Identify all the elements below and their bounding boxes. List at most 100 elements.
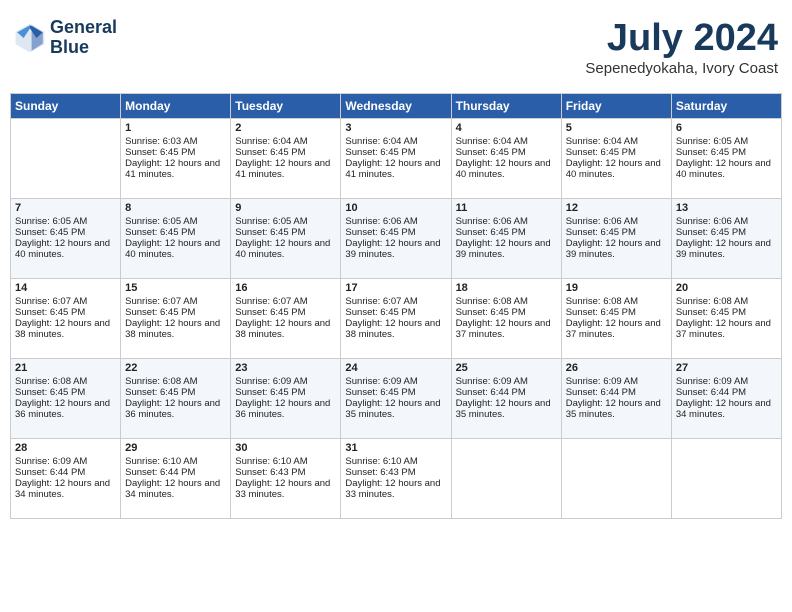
calendar-cell: 8 Sunrise: 6:05 AMSunset: 6:45 PMDaylight… [121, 198, 231, 278]
sunset-text: Sunset: 6:45 PM [125, 147, 226, 158]
sunrise-text: Sunrise: 6:10 AM [235, 456, 336, 467]
weekday-header-tuesday: Tuesday [231, 93, 341, 118]
daylight-text: Daylight: 12 hours and 34 minutes. [15, 478, 116, 500]
sunrise-text: Sunrise: 6:09 AM [456, 376, 557, 387]
sunrise-text: Sunrise: 6:06 AM [676, 216, 777, 227]
sunrise-text: Sunrise: 6:06 AM [456, 216, 557, 227]
daylight-text: Daylight: 12 hours and 36 minutes. [235, 398, 336, 420]
daylight-text: Daylight: 12 hours and 39 minutes. [456, 238, 557, 260]
sunset-text: Sunset: 6:45 PM [235, 387, 336, 398]
sunset-text: Sunset: 6:44 PM [125, 467, 226, 478]
day-number: 11 [456, 202, 557, 214]
daylight-text: Daylight: 12 hours and 38 minutes. [235, 318, 336, 340]
sunset-text: Sunset: 6:45 PM [235, 227, 336, 238]
day-number: 23 [235, 362, 336, 374]
calendar-cell [671, 438, 781, 518]
calendar-table: SundayMondayTuesdayWednesdayThursdayFrid… [10, 93, 782, 519]
week-row-3: 14Sunrise: 6:07 AMSunset: 6:45 PMDayligh… [11, 278, 782, 358]
calendar-cell: 10Sunrise: 6:06 AMSunset: 6:45 PMDayligh… [341, 198, 451, 278]
sunset-text: Sunset: 6:44 PM [566, 387, 667, 398]
sunrise-text: Sunrise: 6:06 AM [566, 216, 667, 227]
daylight-text: Daylight: 12 hours and 34 minutes. [125, 478, 226, 500]
calendar-cell: 26Sunrise: 6:09 AMSunset: 6:44 PMDayligh… [561, 358, 671, 438]
daylight-text: Daylight: 12 hours and 36 minutes. [15, 398, 116, 420]
daylight-text: Daylight: 12 hours and 35 minutes. [345, 398, 446, 420]
day-number: 16 [235, 282, 336, 294]
page-header: General Blue July 2024 Sepenedyokaha, Iv… [10, 10, 782, 85]
weekday-header-row: SundayMondayTuesdayWednesdayThursdayFrid… [11, 93, 782, 118]
day-number: 24 [345, 362, 446, 374]
calendar-cell: 20Sunrise: 6:08 AMSunset: 6:45 PMDayligh… [671, 278, 781, 358]
calendar-cell: 29Sunrise: 6:10 AMSunset: 6:44 PMDayligh… [121, 438, 231, 518]
sunset-text: Sunset: 6:45 PM [676, 227, 777, 238]
calendar-cell: 1Sunrise: 6:03 AMSunset: 6:45 PMDaylight… [121, 118, 231, 198]
sunrise-text: Sunrise: 6:07 AM [15, 296, 116, 307]
sunrise-text: Sunrise: 6:04 AM [345, 136, 446, 147]
location: Sepenedyokaha, Ivory Coast [585, 60, 778, 77]
sunset-text: Sunset: 6:45 PM [15, 307, 116, 318]
day-number: 26 [566, 362, 667, 374]
sunset-text: Sunset: 6:44 PM [456, 387, 557, 398]
sunrise-text: Sunrise: 6:05 AM [676, 136, 777, 147]
daylight-text: Daylight: 12 hours and 34 minutes. [676, 398, 777, 420]
daylight-text: Daylight: 12 hours and 35 minutes. [566, 398, 667, 420]
sunset-text: Sunset: 6:45 PM [345, 147, 446, 158]
calendar-cell: 30Sunrise: 6:10 AMSunset: 6:43 PMDayligh… [231, 438, 341, 518]
logo-icon [14, 22, 46, 54]
sunrise-text: Sunrise: 6:08 AM [566, 296, 667, 307]
weekday-header-friday: Friday [561, 93, 671, 118]
weekday-header-thursday: Thursday [451, 93, 561, 118]
daylight-text: Daylight: 12 hours and 39 minutes. [345, 238, 446, 260]
sunset-text: Sunset: 6:45 PM [235, 147, 336, 158]
daylight-text: Daylight: 12 hours and 38 minutes. [15, 318, 116, 340]
sunset-text: Sunset: 6:45 PM [125, 227, 226, 238]
daylight-text: Daylight: 12 hours and 40 minutes. [15, 238, 116, 260]
sunset-text: Sunset: 6:45 PM [15, 387, 116, 398]
sunset-text: Sunset: 6:45 PM [456, 307, 557, 318]
daylight-text: Daylight: 12 hours and 37 minutes. [676, 318, 777, 340]
daylight-text: Daylight: 12 hours and 38 minutes. [125, 318, 226, 340]
day-number: 18 [456, 282, 557, 294]
logo-line2: Blue [50, 37, 89, 57]
sunrise-text: Sunrise: 6:05 AM [125, 216, 226, 227]
month-year: July 2024 [585, 18, 778, 60]
daylight-text: Daylight: 12 hours and 41 minutes. [345, 158, 446, 180]
daylight-text: Daylight: 12 hours and 40 minutes. [566, 158, 667, 180]
daylight-text: Daylight: 12 hours and 37 minutes. [456, 318, 557, 340]
week-row-4: 21Sunrise: 6:08 AMSunset: 6:45 PMDayligh… [11, 358, 782, 438]
calendar-cell: 18Sunrise: 6:08 AMSunset: 6:45 PMDayligh… [451, 278, 561, 358]
day-number: 8 [125, 202, 226, 214]
day-number: 5 [566, 122, 667, 134]
day-number: 7 [15, 202, 116, 214]
calendar-cell: 16Sunrise: 6:07 AMSunset: 6:45 PMDayligh… [231, 278, 341, 358]
week-row-2: 7Sunrise: 6:05 AMSunset: 6:45 PMDaylight… [11, 198, 782, 278]
sunrise-text: Sunrise: 6:08 AM [125, 376, 226, 387]
sunset-text: Sunset: 6:44 PM [15, 467, 116, 478]
day-number: 10 [345, 202, 446, 214]
weekday-header-saturday: Saturday [671, 93, 781, 118]
calendar-cell: 14Sunrise: 6:07 AMSunset: 6:45 PMDayligh… [11, 278, 121, 358]
sunrise-text: Sunrise: 6:05 AM [15, 216, 116, 227]
calendar-cell: 7 Sunrise: 6:05 AMSunset: 6:45 PMDaylight… [11, 198, 121, 278]
sunrise-text: Sunrise: 6:04 AM [456, 136, 557, 147]
day-number: 13 [676, 202, 777, 214]
daylight-text: Daylight: 12 hours and 33 minutes. [345, 478, 446, 500]
day-number: 12 [566, 202, 667, 214]
daylight-text: Daylight: 12 hours and 40 minutes. [235, 238, 336, 260]
sunset-text: Sunset: 6:45 PM [345, 307, 446, 318]
sunrise-text: Sunrise: 6:10 AM [345, 456, 446, 467]
sunset-text: Sunset: 6:45 PM [15, 227, 116, 238]
daylight-text: Daylight: 12 hours and 39 minutes. [566, 238, 667, 260]
daylight-text: Daylight: 12 hours and 39 minutes. [676, 238, 777, 260]
calendar-cell: 17Sunrise: 6:07 AMSunset: 6:45 PMDayligh… [341, 278, 451, 358]
calendar-cell: 9Sunrise: 6:05 AMSunset: 6:45 PMDaylight… [231, 198, 341, 278]
daylight-text: Daylight: 12 hours and 40 minutes. [456, 158, 557, 180]
day-number: 15 [125, 282, 226, 294]
day-number: 19 [566, 282, 667, 294]
sunrise-text: Sunrise: 6:07 AM [125, 296, 226, 307]
daylight-text: Daylight: 12 hours and 40 minutes. [125, 238, 226, 260]
sunrise-text: Sunrise: 6:07 AM [345, 296, 446, 307]
sunrise-text: Sunrise: 6:09 AM [676, 376, 777, 387]
sunrise-text: Sunrise: 6:06 AM [345, 216, 446, 227]
day-number: 30 [235, 442, 336, 454]
